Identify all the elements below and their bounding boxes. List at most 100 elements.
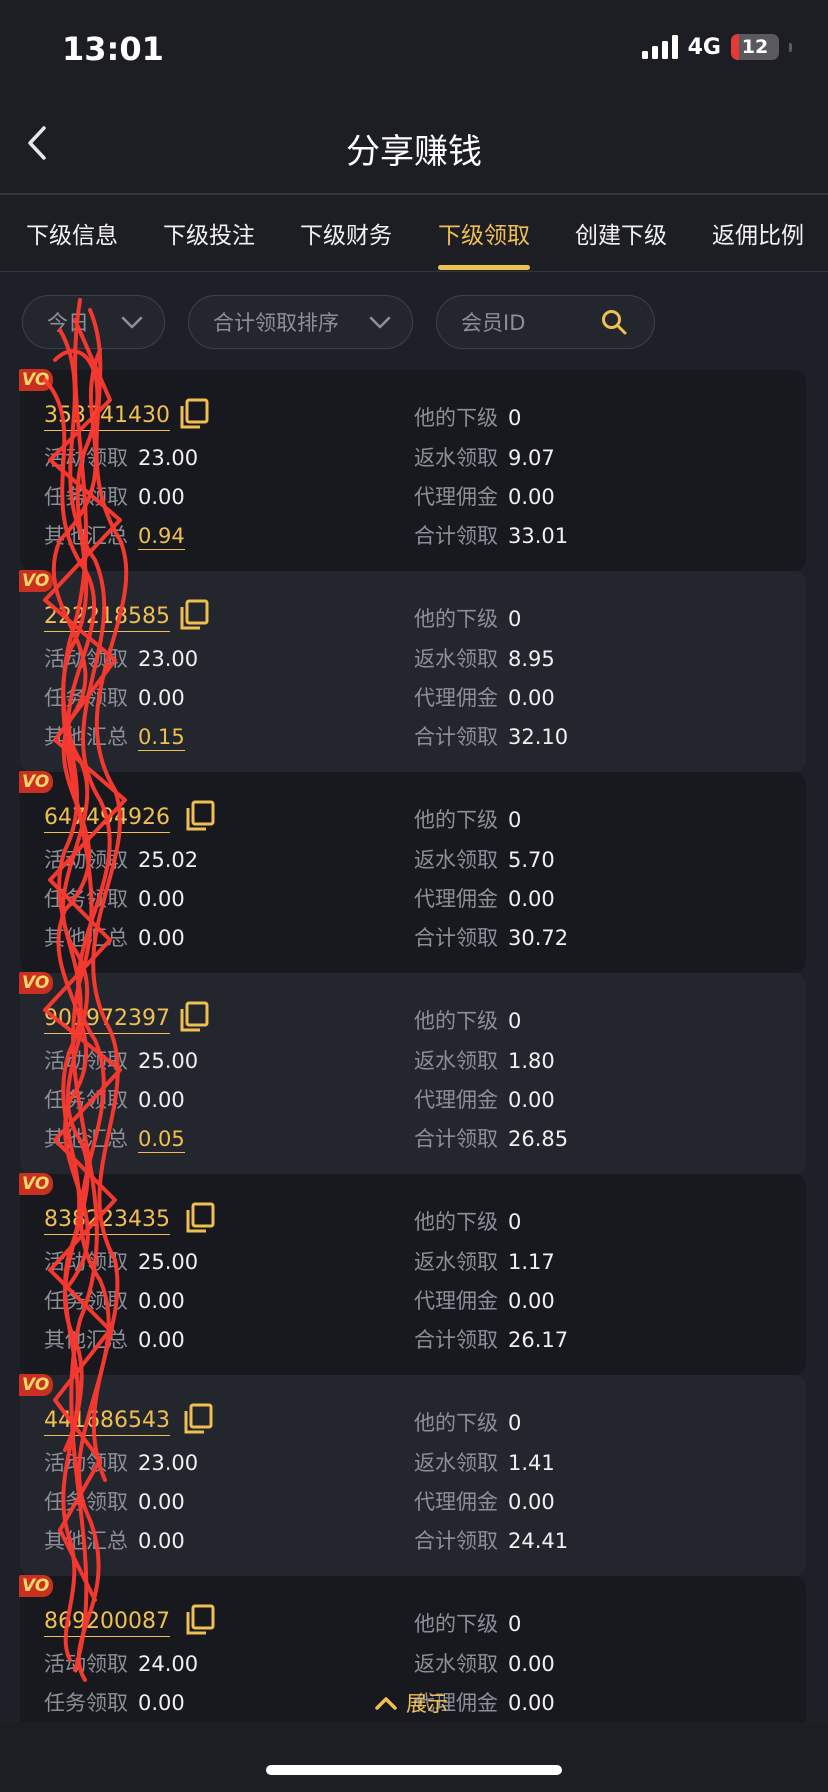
rebate-row: 返水领取 8.95 [414,647,555,671]
activity-row: 活动领取 25.00 [44,1049,199,1073]
task-row: 任务领取 0.00 [44,1691,185,1715]
subordinates-row: 他的下级 0 [414,406,522,430]
agent-commission-row: 代理佣金 0.00 [414,686,555,710]
status-time: 13:01 [62,30,164,68]
total-row: 合计领取 32.10 [414,725,569,749]
task-row: 任务领取 0.00 [44,686,185,710]
chevron-down-icon [369,316,391,329]
vip-badge: VO [19,369,53,391]
tab-create-subordinate[interactable]: 创建下级 [575,216,667,250]
battery-level: 12 [741,36,769,58]
tab-rebate-ratio[interactable]: 返佣比例 [712,216,804,250]
activity-row: 活动领取 25.00 [44,1250,199,1274]
rebate-row: 返水领取 1.41 [414,1451,555,1475]
page-title: 分享赚钱 [346,132,482,172]
member-id-placeholder: 会员ID [461,311,526,335]
member-id-link[interactable]: 441686543 [44,1407,170,1436]
battery-icon: 12 [731,34,779,60]
subordinates-row: 他的下级 0 [414,1612,522,1636]
vip-badge: VO [19,1173,53,1195]
member-card: VO 441686543 他的下级 0 活动领取 23.00 返水领取 1.41 任务… [19,1374,806,1576]
vip-badge: VO [19,972,53,994]
task-row: 任务领取 0.00 [44,887,185,911]
expand-label: 展示 [406,1692,448,1716]
total-row: 合计领取 33.01 [414,524,569,548]
task-row: 任务领取 0.00 [44,1088,185,1112]
total-row: 合计领取 30.72 [414,926,569,950]
member-id-link[interactable]: 647494926 [44,804,170,833]
activity-row: 活动领取 23.00 [44,446,199,470]
period-select[interactable]: 今日 [22,295,165,349]
copy-icon[interactable] [182,1402,214,1436]
top-bar: 13:01 4G 12 分享赚钱 [0,0,828,195]
other-summary-link[interactable]: 0.15 [138,725,185,751]
activity-row: 活动领取 25.02 [44,848,199,872]
other-summary-row: 其他汇总 0.00 [44,926,185,950]
tab-subordinate-claims[interactable]: 下级领取 [438,216,530,270]
agent-commission-row: 代理佣金 0.00 [414,1490,555,1514]
cellular-signal-icon [641,35,678,59]
subordinates-row: 他的下级 0 [414,1411,522,1435]
tabs-divider [0,271,828,272]
task-row: 任务领取 0.00 [44,1289,185,1313]
member-id-link[interactable]: 222218585 [44,603,170,632]
agent-commission-row: 代理佣金 0.00 [414,1289,555,1313]
vip-badge: VO [19,771,53,793]
rebate-row: 返水领取 1.17 [414,1250,555,1274]
copy-icon[interactable] [184,799,216,833]
member-list: VO 353741430 他的下级 0 活动领取 23.00 返水领取 9.07 任务… [19,369,806,1736]
task-row: 任务领取 0.00 [44,485,185,509]
member-id-link[interactable]: 838223435 [44,1206,170,1235]
other-summary-value: 0.00 [138,1328,185,1352]
rebate-row: 返水领取 1.80 [414,1049,555,1073]
agent-commission-row: 代理佣金 0.00 [414,1088,555,1112]
member-id-link[interactable]: 901972397 [44,1005,170,1034]
task-row: 任务领取 0.00 [44,1490,185,1514]
copy-icon[interactable] [178,598,210,632]
member-card: VO 647494926 他的下级 0 活动领取 25.02 返水领取 5.70 任务… [19,771,806,973]
activity-row: 活动领取 23.00 [44,647,199,671]
active-tab-indicator [438,265,530,270]
tab-subordinate-finance[interactable]: 下级财务 [300,216,392,250]
member-id-link[interactable]: 353741430 [44,402,170,431]
other-summary-row: 其他汇总 0.00 [44,1328,185,1352]
vip-badge: VO [19,1575,53,1597]
status-indicators: 4G 12 [641,34,792,60]
activity-row: 活动领取 24.00 [44,1652,199,1676]
copy-icon[interactable] [184,1603,216,1637]
member-card: VO 901972397 他的下级 0 活动领取 25.00 返水领取 1.80 任务… [19,972,806,1174]
subordinates-row: 他的下级 0 [414,1210,522,1234]
rebate-row: 返水领取 5.70 [414,848,555,872]
sort-select[interactable]: 合计领取排序 [188,295,413,349]
bottom-safe-area [0,1722,828,1792]
subordinates-row: 他的下级 0 [414,607,522,631]
other-summary-row: 其他汇总 0.15 [44,725,185,751]
expand-button[interactable]: 展示 [374,1688,448,1718]
agent-commission-row: 代理佣金 0.00 [414,887,555,911]
total-row: 合计领取 26.17 [414,1328,569,1352]
tab-bar: 下级信息 下级投注 下级财务 下级领取 创建下级 返佣比例 [0,195,828,271]
sort-value: 合计领取排序 [213,311,339,335]
copy-icon[interactable] [178,1000,210,1034]
agent-commission-row: 代理佣金 0.00 [414,485,555,509]
search-icon[interactable] [600,308,628,336]
other-summary-row: 其他汇总 0.00 [44,1529,185,1553]
other-summary-row: 其他汇总 0.05 [44,1127,185,1153]
member-id-search[interactable]: 会员ID [436,295,655,349]
battery-tip [789,42,792,52]
activity-row: 活动领取 23.00 [44,1451,199,1475]
period-value: 今日 [47,311,89,335]
home-indicator[interactable] [266,1765,562,1775]
member-card: VO 838223435 他的下级 0 活动领取 25.00 返水领取 1.17 任务… [19,1173,806,1375]
total-row: 合计领取 26.85 [414,1127,569,1151]
tab-subordinate-info[interactable]: 下级信息 [26,216,118,250]
other-summary-value: 0.00 [138,926,185,950]
member-card: VO 353741430 他的下级 0 活动领取 23.00 返水领取 9.07 任务… [19,369,806,571]
other-summary-link[interactable]: 0.94 [138,524,185,550]
rebate-row: 返水领取 9.07 [414,446,555,470]
copy-icon[interactable] [184,1201,216,1235]
other-summary-link[interactable]: 0.05 [138,1127,185,1153]
member-id-link[interactable]: 869200087 [44,1608,170,1637]
copy-icon[interactable] [178,397,210,431]
tab-subordinate-bets[interactable]: 下级投注 [163,216,255,250]
